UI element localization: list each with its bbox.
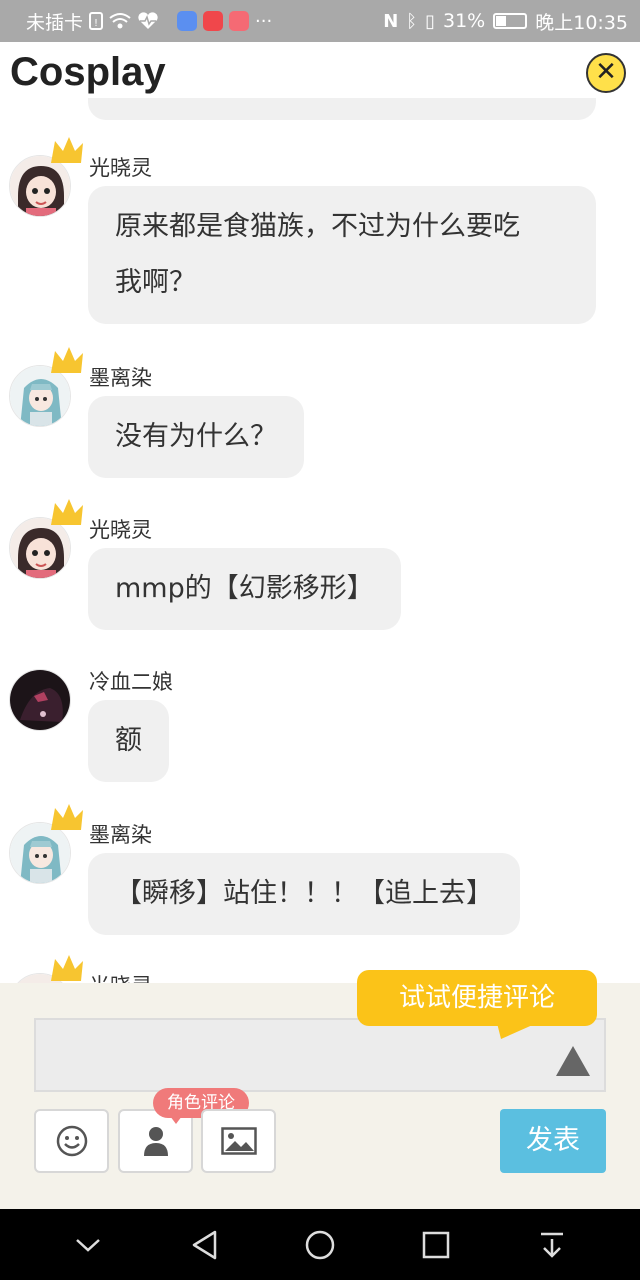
smiley-icon	[56, 1125, 87, 1157]
message-bubble[interactable]: 【瞬移】站住！！！【追上去】	[88, 853, 520, 935]
system-nav-bar	[0, 1209, 640, 1280]
svg-text:!: !	[94, 18, 98, 29]
message-text: 没有为什么？	[115, 421, 277, 452]
avatar[interactable]	[9, 955, 83, 983]
message-bubble[interactable]: 没有为什么？	[88, 396, 304, 478]
username: 光晓灵	[89, 518, 152, 542]
bluetooth-icon: ᛒ	[406, 10, 418, 32]
status-bar: 未插卡 ! ··· N ᛒ ▯ 31% 晚上10:35	[0, 0, 640, 42]
avatar[interactable]	[9, 347, 83, 427]
chat-list[interactable]: 光晓灵 原来都是食猫族，不过为什么要吃 我啊？ 墨离染 没有为什么？ 光晓灵 m…	[0, 112, 640, 983]
message-bubble[interactable]: 额	[88, 700, 169, 782]
crown-icon	[51, 804, 83, 830]
wifi-icon	[109, 13, 131, 29]
battery-percent: 31%	[443, 10, 486, 32]
nav-recents-button[interactable]	[413, 1222, 459, 1268]
nav-collapse-button[interactable]	[65, 1222, 111, 1268]
composer: 试试便捷评论 角色评论 发表	[0, 970, 640, 1209]
health-icon	[138, 12, 158, 29]
username: 墨离染	[89, 366, 152, 390]
page-title: Cosplay	[10, 50, 166, 94]
username: 墨离染	[89, 823, 152, 847]
message-text-line: 原来都是食猫族，不过为什么要吃	[115, 211, 520, 242]
vibrate-icon: ▯	[425, 10, 435, 32]
avatar[interactable]	[9, 804, 83, 884]
crown-icon	[51, 137, 83, 163]
home-circle-icon	[305, 1230, 335, 1259]
message-text: 额	[115, 725, 142, 756]
avatar[interactable]	[9, 669, 71, 731]
person-icon	[143, 1127, 168, 1156]
reader-app-icon	[229, 11, 250, 31]
expand-arrow-icon[interactable]	[556, 1046, 590, 1076]
avatar-image	[9, 669, 71, 731]
back-triangle-icon	[192, 1230, 217, 1259]
avatar[interactable]	[9, 499, 83, 579]
close-icon: ✕	[595, 57, 617, 87]
send-button[interactable]: 发表	[500, 1109, 606, 1173]
username: 光晓灵	[89, 970, 152, 983]
username: 冷血二娘	[89, 670, 173, 694]
message-text-line: 我啊？	[115, 267, 196, 298]
badge-tail	[170, 1116, 182, 1124]
image-icon	[220, 1127, 257, 1155]
crown-icon	[51, 499, 83, 525]
music-app-icon	[177, 11, 198, 31]
crown-icon	[51, 347, 83, 373]
sim-icon: !	[89, 12, 104, 30]
nav-notifications-button[interactable]	[529, 1222, 575, 1268]
pull-down-icon	[541, 1232, 563, 1258]
message-text: mmp的【幻影移形】	[115, 573, 374, 604]
username: 光晓灵	[89, 156, 152, 180]
chevron-down-icon	[76, 1238, 100, 1252]
close-button[interactable]: ✕	[586, 53, 626, 93]
nav-back-button[interactable]	[181, 1222, 227, 1268]
message-bubble[interactable]: mmp的【幻影移形】	[88, 548, 401, 630]
quick-comment-tip[interactable]: 试试便捷评论	[357, 970, 597, 1026]
battery-icon	[493, 13, 528, 29]
avatar[interactable]	[9, 137, 83, 217]
emoji-button[interactable]	[34, 1109, 109, 1173]
shop-app-icon	[203, 11, 224, 31]
nfc-icon: N	[383, 10, 399, 32]
nav-home-button[interactable]	[297, 1222, 343, 1268]
tip-tail	[497, 1023, 537, 1039]
crown-icon	[51, 955, 83, 981]
recents-square-icon	[422, 1231, 450, 1258]
clock: 晚上10:35	[535, 11, 628, 34]
message-text: 【瞬移】站住！！！【追上去】	[115, 878, 493, 909]
image-button[interactable]	[201, 1109, 276, 1173]
more-notifications-icon: ···	[255, 10, 273, 32]
carrier-text: 未插卡	[26, 11, 84, 34]
message-bubble[interactable]: 原来都是食猫族，不过为什么要吃 我啊？	[88, 186, 596, 324]
